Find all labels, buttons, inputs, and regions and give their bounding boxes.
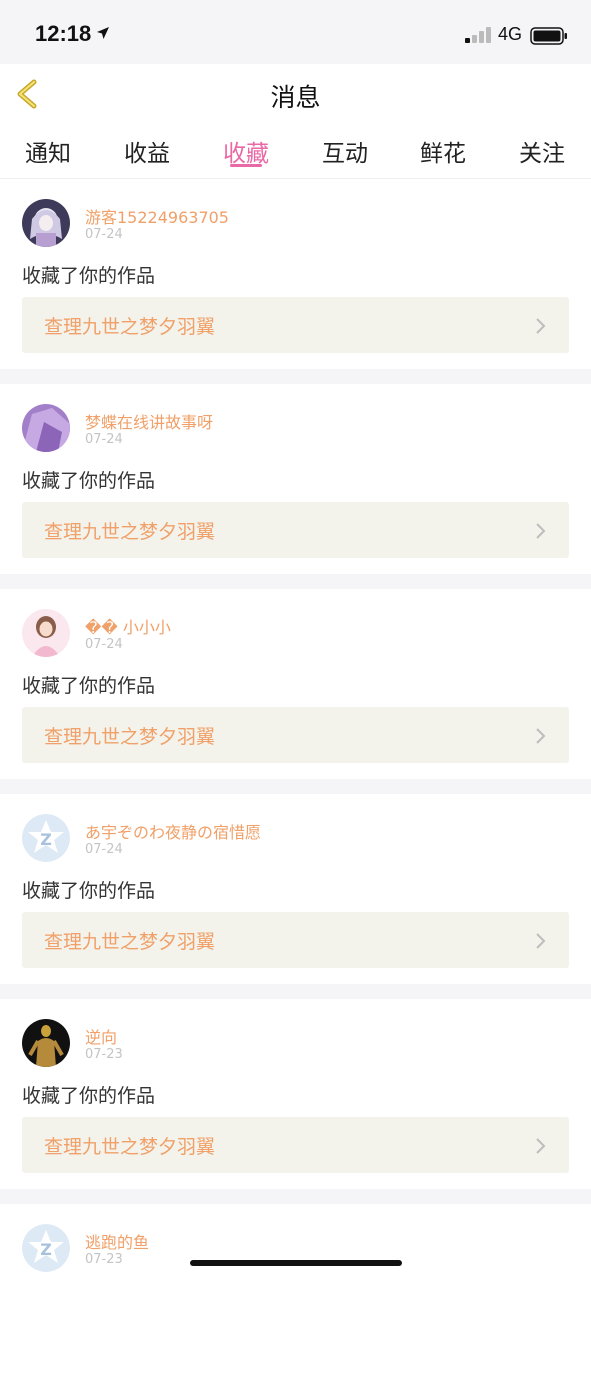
work-title: 查理九世之梦夕羽翼 [44, 1136, 216, 1158]
chevron-right-icon [536, 1138, 546, 1154]
tab-earnings[interactable]: 收益 [107, 134, 187, 168]
date: 07-23 [85, 1047, 123, 1062]
network-label: 4G [498, 24, 523, 44]
svg-text:Z: Z [40, 1240, 52, 1259]
date: 07-24 [85, 432, 123, 447]
chevron-right-icon [536, 523, 546, 539]
action-text: 收藏了你的作品 [22, 265, 156, 287]
username[interactable]: 逆向 [85, 1024, 117, 1048]
signal-icon [465, 27, 491, 43]
username[interactable]: 梦蝶在线讲故事呀 [85, 409, 213, 433]
action-text: 收藏了你的作品 [22, 470, 156, 492]
list-item: �� 小小小 07-24 收藏了你的作品 查理九世之梦夕羽翼 [0, 589, 591, 779]
date: 07-24 [85, 227, 123, 242]
action-text: 收藏了你的作品 [22, 880, 156, 902]
pink-doll-avatar-icon [22, 609, 70, 657]
list-item: Z 逃跑的鱼 07-23 [0, 1204, 591, 1394]
work-title: 查理九世之梦夕羽翼 [44, 931, 216, 953]
status-time: 12:18 [35, 21, 92, 46]
tab-interactions[interactable]: 互动 [305, 134, 385, 168]
avatar[interactable] [22, 199, 70, 247]
tab-favorites[interactable]: 收藏 [206, 134, 286, 168]
username[interactable]: 逃跑的鱼 [85, 1229, 149, 1253]
svg-text:Z: Z [40, 830, 52, 849]
tab-bar: 通知 收益 收藏 互动 鲜花 关注 [0, 126, 591, 179]
chevron-right-icon [536, 728, 546, 744]
chevron-right-icon [536, 318, 546, 334]
location-arrow-icon [97, 27, 109, 39]
status-bar: 12:18 4G [0, 0, 591, 64]
figure-avatar-icon [22, 1019, 70, 1067]
work-link[interactable]: 查理九世之梦夕羽翼 [22, 297, 569, 353]
avatar[interactable]: Z [22, 814, 70, 862]
tab-flowers[interactable]: 鲜花 [403, 134, 483, 168]
work-link[interactable]: 查理九世之梦夕羽翼 [22, 912, 569, 968]
work-link[interactable]: 查理九世之梦夕羽翼 [22, 502, 569, 558]
chevron-right-icon [536, 933, 546, 949]
tab-notifications[interactable]: 通知 [8, 134, 88, 168]
action-text: 收藏了你的作品 [22, 1085, 156, 1107]
nav-bar: 消息 [0, 64, 591, 127]
default-z-avatar-icon: Z [22, 1224, 70, 1272]
list-item: 游客15224963705 07-24 收藏了你的作品 查理九世之梦夕羽翼 [0, 179, 591, 369]
active-tab-indicator [230, 164, 262, 167]
date: 07-24 [85, 842, 123, 857]
work-link[interactable]: 查理九世之梦夕羽翼 [22, 1117, 569, 1173]
date: 07-24 [85, 637, 123, 652]
list-item: 梦蝶在线讲故事呀 07-24 收藏了你的作品 查理九世之梦夕羽翼 [0, 384, 591, 574]
home-indicator[interactable] [190, 1260, 402, 1266]
work-title: 查理九世之梦夕羽翼 [44, 726, 216, 748]
anime-girl-avatar-icon [22, 199, 70, 247]
username[interactable]: �� 小小小 [85, 614, 171, 638]
username[interactable]: 游客15224963705 [85, 204, 229, 228]
date: 07-23 [85, 1252, 123, 1267]
work-title: 查理九世之梦夕羽翼 [44, 316, 216, 338]
list-item: Z あ宇ぞのわ夜静の宿惜愿 07-24 收藏了你的作品 查理九世之梦夕羽翼 [0, 794, 591, 984]
action-text: 收藏了你的作品 [22, 675, 156, 697]
avatar[interactable] [22, 404, 70, 452]
default-z-avatar-icon: Z [22, 814, 70, 862]
battery-icon [530, 27, 567, 45]
page-title: 消息 [270, 83, 321, 112]
work-title: 查理九世之梦夕羽翼 [44, 521, 216, 543]
tab-follows[interactable]: 关注 [502, 134, 582, 168]
username[interactable]: あ宇ぞのわ夜静の宿惜愿 [85, 819, 261, 843]
list-item: 逆向 07-23 收藏了你的作品 查理九世之梦夕羽翼 [0, 999, 591, 1189]
purple-avatar-icon [22, 404, 70, 452]
avatar[interactable]: Z [22, 1224, 70, 1272]
avatar[interactable] [22, 609, 70, 657]
avatar[interactable] [22, 1019, 70, 1067]
work-link[interactable]: 查理九世之梦夕羽翼 [22, 707, 569, 763]
